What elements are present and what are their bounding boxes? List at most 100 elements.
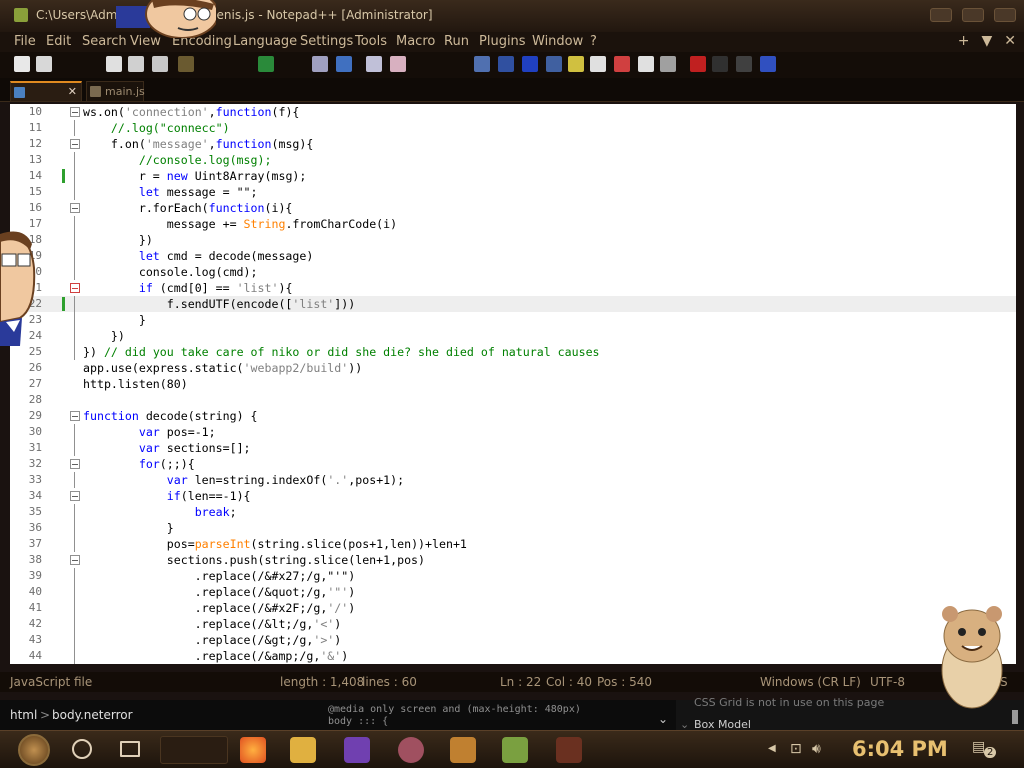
tab-main-js[interactable]: main.js	[86, 81, 145, 101]
menu-macro[interactable]: Macro	[396, 34, 435, 49]
fold-toggle-icon[interactable]	[70, 555, 80, 565]
new-file-icon[interactable]	[14, 56, 30, 72]
code-editor[interactable]: 10 ws.on('connection',function(f){11 //.l…	[10, 104, 1016, 664]
code-line[interactable]: 38 sections.push(string.slice(len+1,pos)	[10, 552, 1016, 568]
minimize-button[interactable]	[930, 8, 952, 22]
task-view-icon[interactable]	[120, 741, 140, 757]
record-macro-icon[interactable]	[690, 56, 706, 72]
code-line[interactable]: 14 r = new Uint8Array(msg);	[10, 168, 1016, 184]
notepad-plus-plus-taskbar-icon[interactable]	[502, 737, 528, 763]
cut-icon[interactable]	[178, 56, 194, 72]
save-icon[interactable]	[106, 56, 122, 72]
code-line[interactable]: 16 r.forEach(function(i){	[10, 200, 1016, 216]
indent-guide-icon[interactable]	[522, 56, 538, 72]
menu-edit[interactable]: Edit	[46, 34, 71, 49]
code-line[interactable]: 42 .replace(/&lt;/g,'<')	[10, 616, 1016, 632]
doc-map-icon[interactable]	[568, 56, 584, 72]
save-all-icon[interactable]	[128, 56, 144, 72]
language-icon[interactable]	[546, 56, 562, 72]
tab-list-chevron-icon[interactable]: ▼	[981, 33, 992, 49]
visual-studio-icon[interactable]	[344, 737, 370, 763]
code-line[interactable]: 22 f.sendUTF(encode(['list']))	[10, 296, 1016, 312]
stop-macro-icon[interactable]	[712, 56, 728, 72]
redo-icon[interactable]	[258, 56, 274, 72]
run-macro-multiple-icon[interactable]	[760, 56, 776, 72]
menu-language[interactable]: Language	[233, 34, 297, 49]
fold-toggle-icon[interactable]	[70, 459, 80, 469]
game-app-icon[interactable]	[398, 737, 424, 763]
breadcrumb-body[interactable]: body.neterror	[52, 708, 133, 722]
code-line[interactable]: 12 f.on('message',function(msg){	[10, 136, 1016, 152]
code-line[interactable]: 40 .replace(/&quot;/g,'"')	[10, 584, 1016, 600]
code-line[interactable]: 17 message += String.fromCharCode(i)	[10, 216, 1016, 232]
close-tab-icon[interactable]: ✕	[68, 85, 77, 98]
code-line[interactable]: 44 .replace(/&amp;/g,'&')	[10, 648, 1016, 664]
menu-file[interactable]: File	[14, 34, 36, 49]
close-doc-icon[interactable]: ✕	[1004, 33, 1016, 49]
code-line[interactable]: 37 pos=parseInt(string.slice(pos+1,len))…	[10, 536, 1016, 552]
function-list-icon[interactable]	[590, 56, 606, 72]
menu-help[interactable]: ?	[590, 34, 597, 49]
start-button-icon[interactable]	[18, 734, 50, 766]
status-eol[interactable]: Windows (CR LF)	[760, 675, 861, 689]
show-all-chars-icon[interactable]	[498, 56, 514, 72]
tray-overflow-icon[interactable]: ◀	[768, 743, 776, 754]
find-icon[interactable]	[312, 56, 328, 72]
word-wrap-icon[interactable]	[474, 56, 490, 72]
code-line[interactable]: 41 .replace(/&#x2F;/g,'/')	[10, 600, 1016, 616]
tab-penis-js[interactable]: ✕	[10, 81, 82, 101]
menu-window[interactable]: Window	[532, 34, 583, 49]
fold-toggle-icon[interactable]	[70, 139, 80, 149]
code-line[interactable]: 24 })	[10, 328, 1016, 344]
open-file-icon[interactable]	[36, 56, 52, 72]
code-line[interactable]: 25}) // did you take care of niko or did…	[10, 344, 1016, 360]
code-line[interactable]: 19 let cmd = decode(message)	[10, 248, 1016, 264]
fold-toggle-icon[interactable]	[70, 283, 80, 293]
code-line[interactable]: 31 var sections=[];	[10, 440, 1016, 456]
play-macro-icon[interactable]	[736, 56, 752, 72]
code-line[interactable]: 30 var pos=-1;	[10, 424, 1016, 440]
code-line[interactable]: 33 var len=string.indexOf('.',pos+1);	[10, 472, 1016, 488]
maximize-button[interactable]	[962, 8, 984, 22]
fold-toggle-icon[interactable]	[70, 203, 80, 213]
network-icon[interactable]: ⊡	[790, 741, 802, 757]
firefox-icon[interactable]	[240, 737, 266, 763]
fold-toggle-icon[interactable]	[70, 107, 80, 117]
print-icon[interactable]	[152, 56, 168, 72]
code-line[interactable]: 43 .replace(/&gt;/g,'>')	[10, 632, 1016, 648]
new-tab-plus-icon[interactable]: +	[958, 33, 970, 49]
zoom-out-icon[interactable]	[390, 56, 406, 72]
code-line[interactable]: 39 .replace(/&#x27;/g,"'")	[10, 568, 1016, 584]
clock[interactable]: 6:04 PM	[852, 737, 948, 761]
code-line[interactable]: 10 ws.on('connection',function(f){	[10, 104, 1016, 120]
monitoring-icon[interactable]	[638, 56, 654, 72]
code-line[interactable]: 11 //.log("connecc")	[10, 120, 1016, 136]
code-line[interactable]: 23 }	[10, 312, 1016, 328]
code-line[interactable]: 18 })	[10, 232, 1016, 248]
fold-toggle-icon[interactable]	[70, 411, 80, 421]
status-encoding[interactable]: UTF-8	[870, 675, 905, 689]
code-line[interactable]: 29 function decode(string) {	[10, 408, 1016, 424]
code-line[interactable]: 15 let message = "";	[10, 184, 1016, 200]
menu-run[interactable]: Run	[444, 34, 469, 49]
chevron-down-icon[interactable]: ⌄	[658, 712, 668, 726]
code-line[interactable]: 36 }	[10, 520, 1016, 536]
zoom-in-icon[interactable]	[366, 56, 382, 72]
menu-plugins[interactable]: Plugins	[479, 34, 526, 49]
code-line[interactable]: 34 if(len==-1){	[10, 488, 1016, 504]
scrollbar-thumb[interactable]	[1012, 710, 1018, 724]
menu-tools[interactable]: Tools	[355, 34, 387, 49]
breadcrumb-html[interactable]: html	[10, 708, 37, 722]
code-line[interactable]: 21 if (cmd[0] == 'list'){	[10, 280, 1016, 296]
unity-app-icon[interactable]	[556, 737, 582, 763]
search-box[interactable]	[160, 736, 228, 764]
close-button[interactable]	[994, 8, 1016, 22]
code-line[interactable]: 35 break;	[10, 504, 1016, 520]
code-line[interactable]: 20 console.log(cmd);	[10, 264, 1016, 280]
code-line[interactable]: 32 for(;;){	[10, 456, 1016, 472]
media-app-icon[interactable]	[450, 737, 476, 763]
code-line[interactable]: 26 app.use(express.static('webapp2/build'…	[10, 360, 1016, 376]
volume-icon[interactable]: 🔊︎	[812, 741, 821, 757]
replace-icon[interactable]	[336, 56, 352, 72]
code-line[interactable]: 13 //console.log(msg);	[10, 152, 1016, 168]
